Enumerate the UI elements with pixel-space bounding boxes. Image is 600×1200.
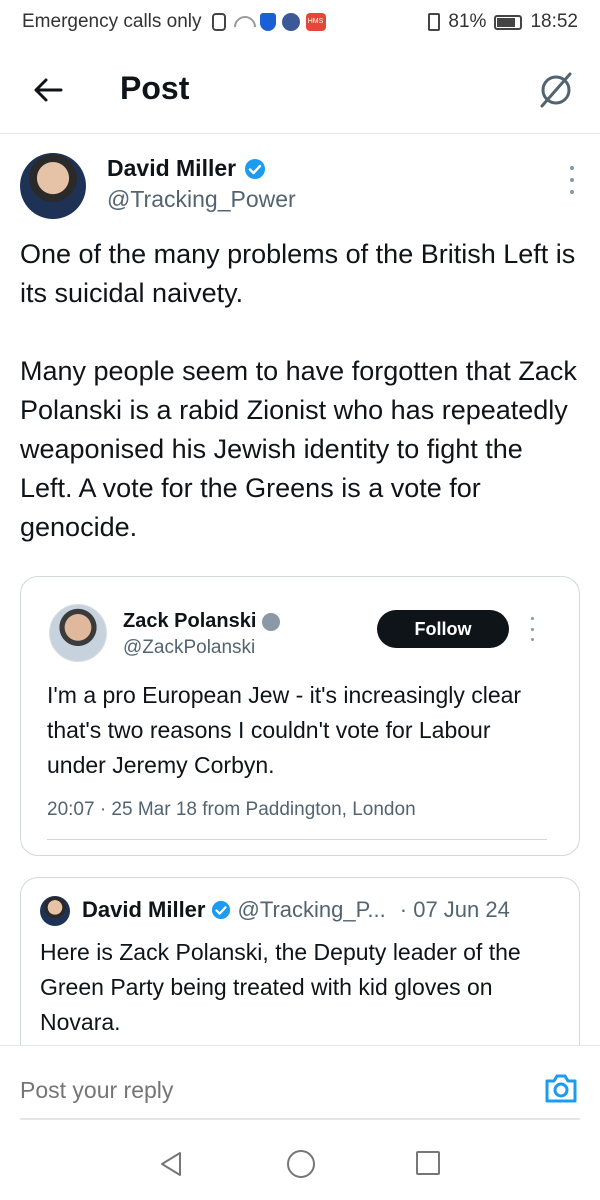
- dot-icon: [530, 617, 534, 620]
- nav-recents-icon[interactable]: [416, 1151, 440, 1175]
- header-divider: [0, 133, 600, 134]
- sim-icon: [211, 13, 226, 31]
- system-nav-bar: [0, 1128, 600, 1200]
- battery-icon: [494, 14, 523, 30]
- quoted-author-name: Zack Polanski: [123, 610, 257, 632]
- quoted-tweet-author-name: David Miller: [82, 897, 206, 922]
- back-button[interactable]: [28, 72, 68, 108]
- vibrate-icon: [428, 13, 441, 31]
- dot-icon: [530, 627, 534, 631]
- avatar[interactable]: [20, 153, 86, 219]
- nav-home-icon[interactable]: [287, 1150, 315, 1178]
- arrow-left-icon: [34, 78, 63, 102]
- quoted-tweet-handle: @Tracking_P...: [237, 897, 386, 922]
- page-title: Post: [120, 70, 190, 106]
- carrier-text: Emergency calls only: [22, 11, 202, 32]
- author-handle[interactable]: @Tracking_Power: [107, 186, 296, 213]
- quoted-more-icon: [527, 617, 537, 641]
- quoted-author-row: Zack Polanski: [123, 610, 281, 633]
- grok-button[interactable]: [534, 68, 578, 112]
- grok-icon: [540, 72, 572, 108]
- quoted-text: I'm a pro European Jew - it's increasing…: [47, 682, 522, 778]
- more-options-button[interactable]: [564, 166, 580, 194]
- dot-icon: [570, 178, 574, 182]
- author-name-row[interactable]: David Miller: [107, 155, 266, 182]
- wifi-icon: [232, 14, 254, 30]
- battery-percent: 81%: [448, 11, 487, 32]
- hms-icon: HMS: [305, 13, 326, 31]
- status-left: Emergency calls only HMS: [22, 11, 326, 33]
- quoted-meta: 20:07 · 25 Mar 18 from Paddington, Londo…: [47, 799, 416, 820]
- nav-back-icon[interactable]: [158, 1150, 184, 1178]
- status-icons: HMS: [211, 13, 326, 31]
- dot-icon: [570, 190, 574, 194]
- camera-button[interactable]: [544, 1072, 578, 1104]
- quoted-avatar: [49, 604, 107, 662]
- quoted-tweet-text: Here is Zack Polanski, the Deputy leader…: [40, 939, 521, 1035]
- reply-underline: [20, 1118, 580, 1120]
- shield-icon: [259, 13, 276, 31]
- verified-badge-icon: [212, 900, 231, 920]
- verified-badge-icon: [262, 612, 281, 631]
- clock: 18:52: [530, 11, 578, 32]
- quoted-author-handle: @ZackPolanski: [123, 637, 256, 658]
- dot-icon: [570, 166, 574, 170]
- quoted-tweet-date: · 07 Jun 24: [399, 897, 510, 922]
- author-name[interactable]: David Miller: [107, 155, 236, 182]
- status-right: 81% 18:52: [428, 11, 578, 33]
- reply-bar: [0, 1045, 600, 1125]
- quoted-divider: [47, 839, 547, 840]
- reply-input[interactable]: [20, 1072, 500, 1108]
- top-app-bar: Post: [0, 50, 600, 130]
- dot-icon: [530, 638, 534, 641]
- follow-button: Follow: [377, 610, 509, 648]
- facebook-icon: [281, 13, 300, 31]
- quoted-tweet-avatar: [40, 896, 70, 926]
- status-bar: Emergency calls only HMS 81% 18:52: [0, 0, 600, 44]
- quoted-tweet-header: David Miller @Tracking_P... · 07 Jun 24: [82, 897, 510, 923]
- camera-icon: [545, 1074, 577, 1103]
- verified-badge-icon: [245, 158, 266, 179]
- tweet-text: One of the many problems of the British …: [20, 239, 577, 542]
- quoted-image-card[interactable]: Zack Polanski @ZackPolanski Follow I'm a…: [20, 576, 580, 856]
